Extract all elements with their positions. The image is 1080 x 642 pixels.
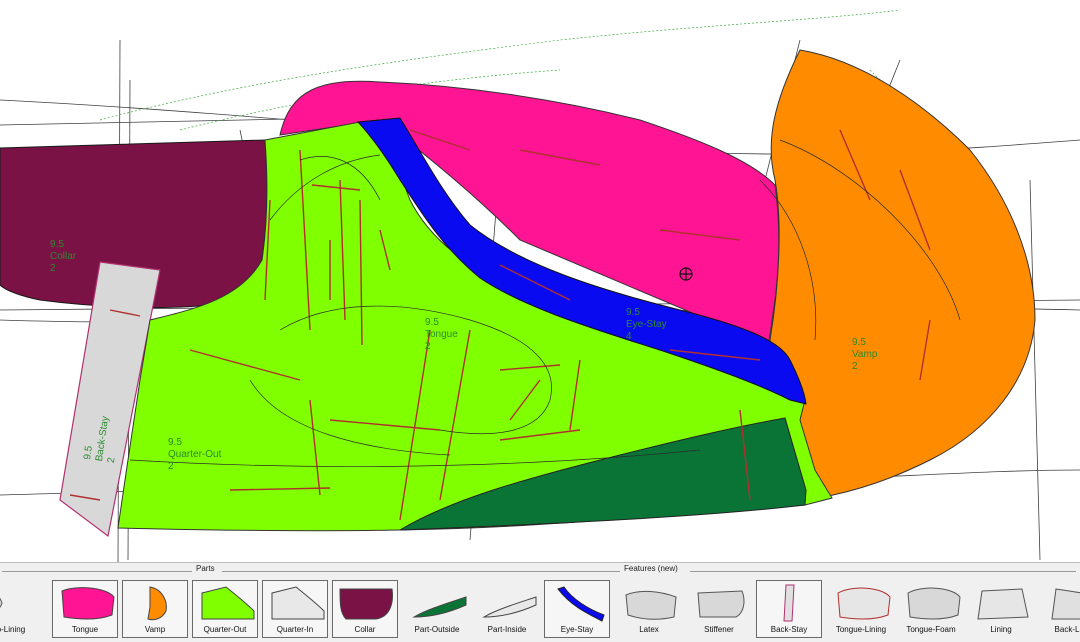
tongue-lining-icon <box>837 587 891 620</box>
palette-tile-label: Stiffener <box>704 625 734 634</box>
stiffener-icon <box>697 590 745 618</box>
palette-tile-label: Back-Lini <box>1054 625 1080 634</box>
latex-icon <box>625 590 677 620</box>
palette-tile-label: Tongue <box>71 625 99 634</box>
palette-tile-label: Part-Inside <box>487 625 527 634</box>
svg-text:4: 4 <box>626 331 632 342</box>
svg-text:2: 2 <box>50 263 56 274</box>
svg-text:Eye-Stay: Eye-Stay <box>626 319 667 330</box>
svg-text:2: 2 <box>852 361 858 372</box>
palette-tile-tongue-foam[interactable]: Tongue-Foam <box>898 580 964 638</box>
palette-tile-label: Latex <box>639 625 659 634</box>
quarter-in-icon <box>271 586 325 620</box>
palette-tile-label: Eye-Stay <box>560 625 594 634</box>
collar-icon <box>339 588 393 620</box>
palette-tile-part-inside[interactable]: Part-Inside <box>474 580 540 638</box>
back-stay-icon <box>783 584 795 622</box>
svg-text:Collar: Collar <box>50 251 77 262</box>
svg-text:Tongue: Tongue <box>425 329 458 340</box>
tongue-icon <box>61 587 115 620</box>
crosshair-icon <box>679 267 693 281</box>
palette-tile-back-lining[interactable]: Back-Lini <box>1038 580 1080 638</box>
palette-tile-vamp-lining[interactable]: Vamp-Lining <box>0 580 36 638</box>
features-header: Features (new) <box>624 564 678 573</box>
palette-tile-label: Vamp-Lining <box>0 625 26 634</box>
svg-text:Vamp: Vamp <box>852 349 878 360</box>
palette-tile-label: Collar <box>354 625 376 634</box>
palette-tile-label: Quarter-In <box>276 625 314 634</box>
features-divider <box>690 571 1076 572</box>
palette-tile-label: Part-Outside <box>414 625 460 634</box>
tongue-foam-icon <box>907 587 961 620</box>
palette-tile-quarter-out[interactable]: Quarter-Out <box>192 580 258 638</box>
svg-text:Quarter-Out: Quarter-Out <box>168 449 222 460</box>
palette-tile-latex[interactable]: Latex <box>616 580 682 638</box>
palette-tile-collar[interactable]: Collar <box>332 580 398 638</box>
pattern-canvas[interactable]: 9.5 Collar 2 9.5 Tongue 2 9.5 Eye-Stay 4… <box>0 0 1080 562</box>
palette-tile-back-stay[interactable]: Back-Stay <box>756 580 822 638</box>
svg-text:9.5: 9.5 <box>425 317 439 328</box>
palette-tile-lining[interactable]: Lining <box>968 580 1034 638</box>
parts-divider <box>2 571 192 572</box>
pattern-drawing[interactable]: 9.5 Collar 2 9.5 Tongue 2 9.5 Eye-Stay 4… <box>0 0 1080 562</box>
palette-tile-label: Vamp <box>144 625 166 634</box>
part-inside-icon <box>482 596 537 618</box>
palette-tile-label: Quarter-Out <box>203 625 247 634</box>
svg-text:9.5: 9.5 <box>82 445 95 461</box>
palette-tile-label: Tongue-Lining <box>835 625 887 634</box>
svg-text:9.5: 9.5 <box>852 337 866 348</box>
vamp-lining-icon <box>0 598 3 608</box>
parts-palette: Parts Features (new) Vamp-Lining Tongue Va… <box>0 562 1080 642</box>
parts-divider-2 <box>222 571 620 572</box>
palette-tile-part-outside[interactable]: Part-Outside <box>404 580 470 638</box>
palette-tile-tongue[interactable]: Tongue <box>52 580 118 638</box>
palette-tile-label: Tongue-Foam <box>906 625 956 634</box>
parts-header: Parts <box>196 564 215 573</box>
palette-tile-vamp[interactable]: Vamp <box>122 580 188 638</box>
lining-icon <box>977 588 1029 620</box>
vamp-icon <box>147 586 167 621</box>
palette-tile-quarter-in[interactable]: Quarter-In <box>262 580 328 638</box>
palette-tile-label: Lining <box>990 625 1012 634</box>
part-outside-icon <box>412 596 467 618</box>
palette-tile-stiffener[interactable]: Stiffener <box>686 580 752 638</box>
svg-text:2: 2 <box>425 341 431 352</box>
quarter-out-icon <box>201 586 255 620</box>
svg-text:9.5: 9.5 <box>50 239 64 250</box>
svg-text:9.5: 9.5 <box>168 437 182 448</box>
svg-text:9.5: 9.5 <box>626 307 640 318</box>
palette-tile-label: Back-Stay <box>770 625 808 634</box>
palette-tile-eye-stay[interactable]: Eye-Stay <box>544 580 610 638</box>
palette-tile-tongue-lining[interactable]: Tongue-Lining <box>828 580 894 638</box>
eye-stay-icon <box>557 586 605 622</box>
svg-text:2: 2 <box>168 461 174 472</box>
back-lining-icon <box>1051 588 1080 620</box>
vamp-part[interactable] <box>769 49 1036 501</box>
